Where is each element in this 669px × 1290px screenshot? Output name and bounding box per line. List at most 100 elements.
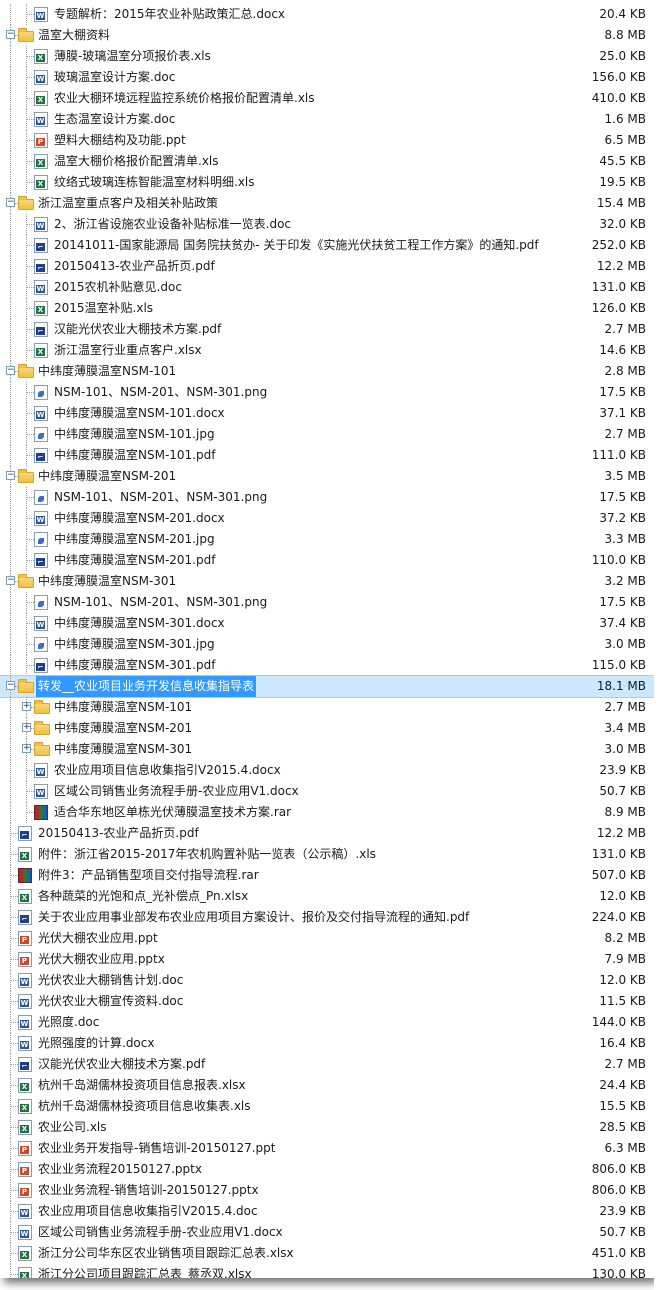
tree-file-row[interactable]: P 农业业务开发指导-销售培训-20150127.ppt 6.3 MB [0, 1138, 654, 1159]
expand-toggle-icon[interactable]: + [22, 723, 31, 732]
tree-file-row[interactable]: W 中纬度薄膜温室NSM-101.docx 37.1 KB [0, 403, 654, 424]
tree-file-row[interactable]: ⌐ 中纬度薄膜温室NSM-101.pdf 111.0 KB [0, 445, 654, 466]
tree-file-row[interactable]: W 农业应用项目信息收集指引V2015.4.doc 23.9 KB [0, 1201, 654, 1222]
collapse-toggle-icon[interactable]: − [6, 681, 15, 690]
tree-connector [26, 245, 34, 246]
tree-file-row[interactable]: W 中纬度薄膜温室NSM-301.docx 37.4 KB [0, 613, 654, 634]
item-size: 3.0 MB [604, 637, 646, 651]
tree-file-row[interactable]: NSM-101、NSM-201、NSM-301.png 17.5 KB [0, 487, 654, 508]
item-size: 3.2 MB [604, 574, 646, 588]
item-size: 252.0 KB [591, 238, 646, 252]
tree-file-row[interactable]: 适合华东地区单栋光伏薄膜温室技术方案.rar 8.9 MB [0, 802, 654, 823]
expand-toggle-icon[interactable]: + [22, 702, 31, 711]
tree-file-row[interactable]: P 农业业务流程20150127.pptx 806.0 KB [0, 1159, 654, 1180]
item-name: 玻璃温室设计方案.doc [54, 70, 176, 84]
tree-file-row[interactable]: W 光伏农业大棚销售计划.doc 12.0 KB [0, 970, 654, 991]
tree-connector [10, 340, 11, 361]
collapse-toggle-icon[interactable]: − [6, 366, 15, 375]
tree-file-row[interactable]: X 浙江分公司华东区农业销售项目跟踪汇总表.xlsx 451.0 KB [0, 1243, 654, 1264]
tree-file-row[interactable]: X 各种蔬菜的光饱和点_光补偿点_Pn.xlsx 12.0 KB [0, 886, 654, 907]
tree-file-row[interactable]: P 光伏大棚农业应用.ppt 8.2 MB [0, 928, 654, 949]
tree-file-row[interactable]: W 农业应用项目信息收集指引V2015.4.docx 23.9 KB [0, 760, 654, 781]
tree-file-row[interactable]: 中纬度薄膜温室NSM-201.jpg 3.3 MB [0, 529, 654, 550]
tree-folder-row[interactable]: − 中纬度薄膜温室NSM-301 3.2 MB [0, 571, 654, 592]
tree-connector [10, 1264, 11, 1278]
tree-file-row[interactable]: X 附件：浙江省2015-2017年农机购置补贴一览表（公示稿）.xls 131.0… [0, 844, 654, 865]
tree-file-row[interactable]: W 玻璃温室设计方案.doc 156.0 KB [0, 67, 654, 88]
tree-connector [10, 235, 11, 256]
tree-file-row[interactable]: P 光伏大棚农业应用.pptx 7.9 MB [0, 949, 654, 970]
tree-file-row[interactable]: W 光照强度的计算.docx 16.4 KB [0, 1033, 654, 1054]
tree-file-row[interactable]: 中纬度薄膜温室NSM-101.jpg 2.7 MB [0, 424, 654, 445]
item-name: 中纬度薄膜温室NSM-201 [54, 721, 193, 735]
tree-folder-row[interactable]: − 浙江温室重点客户及相关补贴政策 15.4 MB [0, 193, 654, 214]
tree-folder-row[interactable]: + 中纬度薄膜温室NSM-301 3.0 MB [0, 739, 654, 760]
tree-file-row[interactable]: ⌐ 汉能光伏农业大棚技术方案.pdf 2.7 MB [0, 319, 654, 340]
item-size: 25.0 KB [599, 49, 646, 63]
item-name: 中纬度薄膜温室NSM-301.pdf [54, 658, 216, 672]
tree-folder-row[interactable]: − 中纬度薄膜温室NSM-201 3.5 MB [0, 466, 654, 487]
tree-file-row[interactable]: X 薄膜-玻璃温室分项报价表.xls 25.0 KB [0, 46, 654, 67]
folder-icon [18, 364, 34, 378]
tree-connector [10, 697, 11, 718]
tree-file-row[interactable]: ⌐ 20150413-农业产品折页.pdf 12.2 MB [0, 256, 654, 277]
tree-file-row[interactable]: W 2015农机补贴意见.doc 131.0 KB [0, 277, 654, 298]
image-file-icon [34, 427, 48, 442]
tree-file-row[interactable]: W 中纬度薄膜温室NSM-201.docx 37.2 KB [0, 508, 654, 529]
tree-file-row[interactable]: ⌐ 20141011-国家能源局 国务院扶贫办- 关于印发《实施光伏扶贫工程工作方… [0, 235, 654, 256]
item-size: 24.4 KB [599, 1078, 646, 1092]
tree-file-row[interactable]: X 温室大棚价格报价配置清单.xls 45.5 KB [0, 151, 654, 172]
tree-file-row[interactable]: NSM-101、NSM-201、NSM-301.png 17.5 KB [0, 592, 654, 613]
item-size: 12.2 MB [596, 826, 646, 840]
tree-file-row[interactable]: X 农业大棚环境远程监控系统价格报价配置清单.xls 410.0 KB [0, 88, 654, 109]
tree-file-row[interactable]: W 2、浙江省设施农业设备补贴标准一览表.doc 32.0 KB [0, 214, 654, 235]
tree-file-row[interactable]: ⌐ 汉能光伏农业大棚技术方案.pdf 2.7 MB [0, 1054, 654, 1075]
tree-folder-row[interactable]: − 转发__农业项目业务开发信息收集指导表 18.1 MB [0, 675, 654, 698]
tree-connector [26, 161, 34, 162]
tree-connector [10, 718, 11, 739]
tree-connector [26, 644, 34, 645]
tree-file-row[interactable]: P 塑料大棚结构及功能.ppt 6.5 MB [0, 130, 654, 151]
expand-toggle-icon[interactable]: + [22, 744, 31, 753]
tree-file-row[interactable]: 中纬度薄膜温室NSM-301.jpg 3.0 MB [0, 634, 654, 655]
tree-file-row[interactable]: X 2015温室补贴.xls 126.0 KB [0, 298, 654, 319]
tree-file-row[interactable]: X 浙江分公司项目跟踪汇总表_蔡丞双.xlsx 130.0 KB [0, 1264, 654, 1278]
item-name: 农业业务流程-销售培训-20150127.pptx [38, 1183, 259, 1197]
tree-file-row[interactable]: X 农业公司.xls 28.5 KB [0, 1117, 654, 1138]
tree-file-row[interactable]: ⌐ 关于农业应用事业部发布农业应用项目方案设计、报价及交付指导流程的通知.pdf 2… [0, 907, 654, 928]
tree-file-row[interactable]: W 区域公司销售业务流程手册-农业应用V1.docx 50.7 KB [0, 1222, 654, 1243]
item-size: 8.8 MB [604, 28, 646, 42]
excel-sheet-icon: X [18, 847, 32, 862]
excel-sheet-icon: X [34, 154, 48, 169]
tree-file-row[interactable]: X 杭州千岛湖儒林投资项目信息报表.xlsx 24.4 KB [0, 1075, 654, 1096]
item-name: 各种蔬菜的光饱和点_光补偿点_Pn.xlsx [38, 889, 249, 903]
item-size: 2.8 MB [604, 364, 646, 378]
tree-folder-row[interactable]: − 中纬度薄膜温室NSM-101 2.8 MB [0, 361, 654, 382]
tree-connector [10, 151, 11, 172]
tree-folder-row[interactable]: + 中纬度薄膜温室NSM-201 3.4 MB [0, 718, 654, 739]
pdf-file-icon: ⌐ [34, 658, 48, 673]
tree-file-row[interactable]: W 生态温室设计方案.doc 1.6 MB [0, 109, 654, 130]
tree-file-row[interactable]: ⌐ 中纬度薄膜温室NSM-301.pdf 115.0 KB [0, 655, 654, 676]
item-name: 农业业务流程20150127.pptx [38, 1162, 202, 1176]
collapse-toggle-icon[interactable]: − [6, 576, 15, 585]
tree-file-row[interactable]: W 光伏农业大棚宣传资料.doc 11.5 KB [0, 991, 654, 1012]
item-name: 汉能光伏农业大棚技术方案.pdf [54, 322, 222, 336]
tree-file-row[interactable]: W 专题解析：2015年农业补贴政策汇总.docx 20.4 KB [0, 4, 654, 25]
tree-file-row[interactable]: P 农业业务流程-销售培训-20150127.pptx 806.0 KB [0, 1180, 654, 1201]
tree-file-row[interactable]: ⌐ 中纬度薄膜温室NSM-201.pdf 110.0 KB [0, 550, 654, 571]
tree-file-row[interactable]: W 区域公司销售业务流程手册-农业应用V1.docx 50.7 KB [0, 781, 654, 802]
item-name: 光伏大棚农业应用.pptx [38, 952, 165, 966]
collapse-toggle-icon[interactable]: − [6, 30, 15, 39]
tree-file-row[interactable]: NSM-101、NSM-201、NSM-301.png 17.5 KB [0, 382, 654, 403]
tree-file-row[interactable]: X 杭州千岛湖儒林投资项目信息收集表.xls 15.5 KB [0, 1096, 654, 1117]
collapse-toggle-icon[interactable]: − [6, 198, 15, 207]
tree-file-row[interactable]: X 纹络式玻璃连栋智能温室材料明细.xls 19.5 KB [0, 172, 654, 193]
collapse-toggle-icon[interactable]: − [6, 471, 15, 480]
tree-file-row[interactable]: 附件3：产品销售型项目交付指导流程.rar 507.0 KB [0, 865, 654, 886]
tree-file-row[interactable]: W 光照度.doc 144.0 KB [0, 1012, 654, 1033]
tree-folder-row[interactable]: + 中纬度薄膜温室NSM-101 2.7 MB [0, 697, 654, 718]
tree-file-row[interactable]: X 浙江温室行业重点客户.xlsx 14.6 KB [0, 340, 654, 361]
tree-file-row[interactable]: ⌐ 20150413-农业产品折页.pdf 12.2 MB [0, 823, 654, 844]
tree-folder-row[interactable]: − 温室大棚资料 8.8 MB [0, 25, 654, 46]
